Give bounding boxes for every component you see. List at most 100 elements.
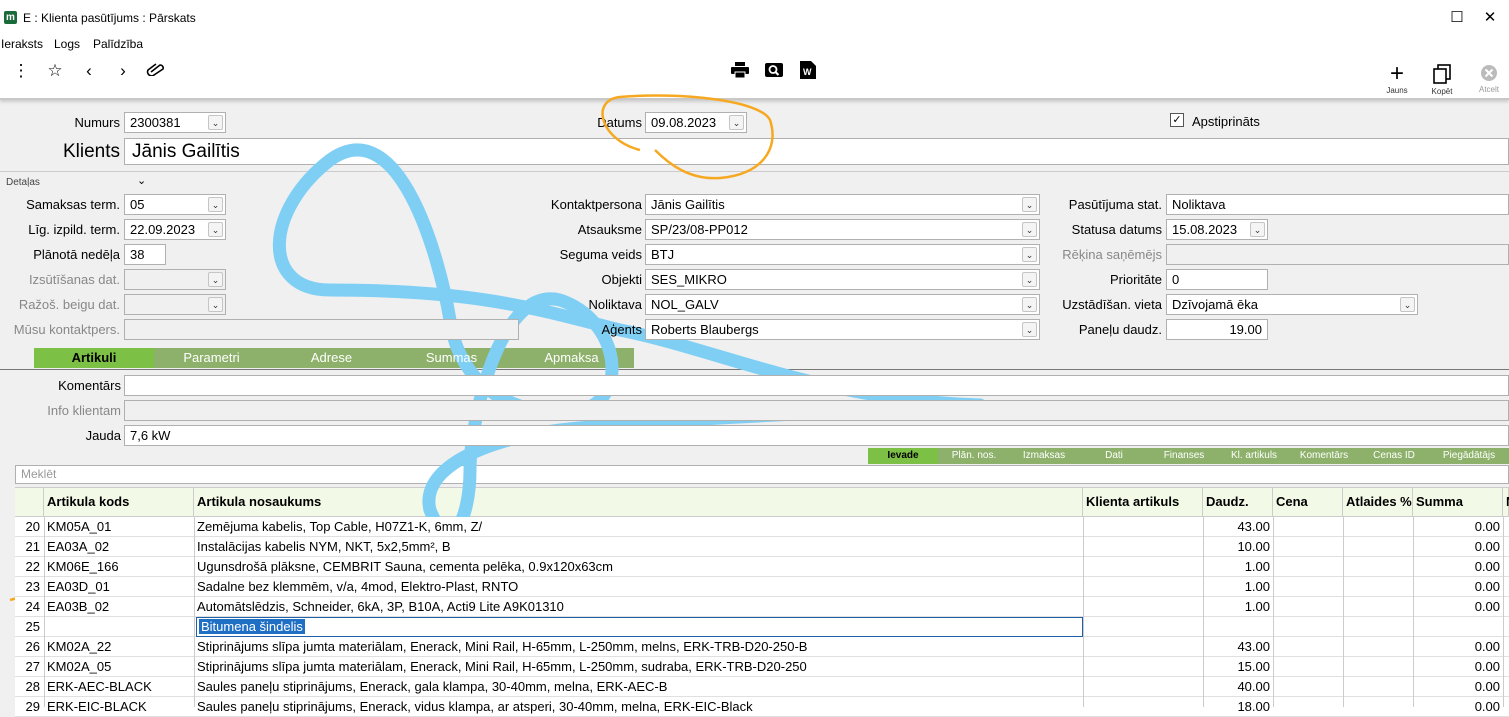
subtab-7[interactable]: Cenas ID [1359,448,1429,464]
article-code[interactable]: EA03D_01 [44,577,194,597]
chevron-down-icon[interactable]: ⌄ [208,197,223,212]
row-number-header [15,487,44,517]
middle-field-5[interactable]: Roberts Blaubergs ⌄ [645,319,1040,340]
column-header-7[interactable]: N [1503,487,1509,517]
subtab-5[interactable]: Kl. artikuls [1219,448,1289,464]
column-header-1[interactable]: Artikula nosaukums [194,487,1083,517]
middle-field-0[interactable]: Jānis Gailītis ⌄ [645,194,1040,215]
chevron-down-icon[interactable]: ⌄ [208,297,223,312]
middle-field-4[interactable]: NOL_GALV ⌄ [645,294,1040,315]
left-field-2[interactable]: 38 [124,244,166,265]
chevron-down-icon[interactable]: ⌄ [1400,297,1415,312]
middle-label-1: Atsauksme [577,222,642,237]
info-field-2[interactable]: 7,6 kW [124,425,1509,446]
article-code[interactable]: EA03A_02 [44,537,194,557]
chevron-down-icon[interactable]: ⌄ [208,222,223,237]
tab-4[interactable]: Apmaksa [514,348,629,368]
article-name[interactable]: Saules paneļu stiprinājums, Enerack, vid… [194,697,1083,717]
article-code[interactable]: KM05A_01 [44,517,194,537]
tab-0[interactable]: Artikuli [34,348,154,368]
left-label-5: Mūsu kontaktpers. [13,322,120,337]
column-header-2[interactable]: Klienta artikuls [1083,487,1203,517]
subtab-2[interactable]: Izmaksas [1009,448,1079,464]
row-number: 25 [25,619,40,634]
grid-line [1203,517,1204,707]
article-name[interactable]: Automātslēdzis, Schneider, 6kA, 3P, B10A… [194,597,1083,617]
right-field-0[interactable]: Noliktava [1166,194,1509,215]
chevron-down-icon[interactable]: ⌄ [1022,322,1037,337]
right-label-1: Statusa datums [1071,222,1162,237]
right-field-2[interactable] [1166,244,1509,265]
chevron-down-icon[interactable]: ⌄ [1022,222,1037,237]
article-code[interactable]: ERK-AEC-BLACK [44,677,194,697]
article-name[interactable]: Sadalne bez klemmēm, v/a, 4mod, Elektro-… [194,577,1083,597]
column-header-4[interactable]: Cena [1273,487,1343,517]
chevron-down-icon[interactable]: ⌄ [1022,197,1037,212]
grid-line [1413,517,1414,707]
article-code[interactable]: ERK-EIC-BLACK [44,697,194,717]
info-field-0[interactable] [124,375,1509,396]
row-number: 24 [25,599,40,614]
right-field-1[interactable]: 15.08.2023 ⌄ [1166,219,1268,240]
quantity[interactable]: 18.00 [1203,697,1273,717]
quantity[interactable]: 43.00 [1203,517,1273,537]
subtab-4[interactable]: Finanses [1149,448,1219,464]
right-label-2: Rēķina saņēmējs [1062,247,1162,262]
row-number: 23 [25,579,40,594]
chevron-down-icon[interactable]: ⌄ [1022,297,1037,312]
orange-circle-datums [601,94,774,180]
chevron-down-icon[interactable]: ⌄ [208,272,223,287]
quantity[interactable]: 1.00 [1203,557,1273,577]
quantity[interactable]: 1.00 [1203,597,1273,617]
tab-2[interactable]: Adrese [274,348,389,368]
middle-field-2[interactable]: BTJ ⌄ [645,244,1040,265]
left-field-4[interactable]: ⌄ [124,294,226,315]
quantity[interactable]: 40.00 [1203,677,1273,697]
row-number: 28 [25,679,40,694]
middle-field-3[interactable]: SES_MIKRO ⌄ [645,269,1040,290]
article-name[interactable]: Ugunsdrošā plāksne, CEMBRIT Sauna, cemen… [194,557,1083,577]
right-field-5[interactable]: 19.00 [1166,319,1268,340]
quantity[interactable] [1203,617,1273,637]
info-field-1[interactable] [124,400,1509,421]
right-field-4[interactable]: Dzīvojamā ēka ⌄ [1166,294,1418,315]
subtab-1[interactable]: Plān. nos. [939,448,1009,464]
left-field-3[interactable]: ⌄ [124,269,226,290]
middle-field-1[interactable]: SP/23/08-PP012 ⌄ [645,219,1040,240]
quantity[interactable]: 43.00 [1203,637,1273,657]
right-field-3[interactable]: 0 [1166,269,1268,290]
subtab-0[interactable]: Ievade [868,448,938,464]
subtab-3[interactable]: Dati [1079,448,1149,464]
column-header-0[interactable]: Artikula kods [44,487,194,517]
article-code[interactable]: KM06E_166 [44,557,194,577]
article-name[interactable]: Zemējuma kabelis, Top Cable, H07Z1-K, 6m… [194,517,1083,537]
left-field-5[interactable] [124,319,519,340]
article-name[interactable]: Stiprinājums slīpa jumta materiālam, Ene… [194,657,1083,677]
sum: 0.00 [1474,639,1500,654]
article-code[interactable]: EA03B_02 [44,597,194,617]
chevron-down-icon[interactable]: ⌄ [1022,272,1037,287]
left-field-1[interactable]: 22.09.2023 ⌄ [124,219,226,240]
left-field-0[interactable]: 05 ⌄ [124,194,226,215]
tab-3[interactable]: Summas [394,348,509,368]
middle-label-5: Aģents [601,322,642,337]
chevron-down-icon[interactable]: ⌄ [1250,222,1265,237]
column-header-5[interactable]: Atlaides % [1343,487,1413,517]
article-name[interactable]: Stiprinājums slīpa jumta materiālam, Ene… [194,637,1083,657]
quantity[interactable]: 1.00 [1203,577,1273,597]
chevron-down-icon[interactable]: ⌄ [1022,247,1037,262]
article-name[interactable]: Saules paneļu stiprinājums, Enerack, gal… [194,677,1083,697]
column-header-3[interactable]: Daudz. [1203,487,1273,517]
subtab-6[interactable]: Komentārs [1289,448,1359,464]
article-code[interactable] [44,617,194,637]
tab-1[interactable]: Parametri [154,348,269,368]
article-code[interactable]: KM02A_22 [44,637,194,657]
quantity[interactable]: 10.00 [1203,537,1273,557]
article-name[interactable]: Instalācijas kabelis NYM, NKT, 5x2,5mm²,… [194,537,1083,557]
subtab-8[interactable]: Piegādātājs [1429,448,1509,464]
article-code[interactable]: KM02A_05 [44,657,194,677]
row-number: 29 [25,699,40,714]
quantity[interactable]: 15.00 [1203,657,1273,677]
column-header-6[interactable]: Summa [1413,487,1503,517]
article-name-editor[interactable]: Bitumena šindelis [196,617,1083,637]
